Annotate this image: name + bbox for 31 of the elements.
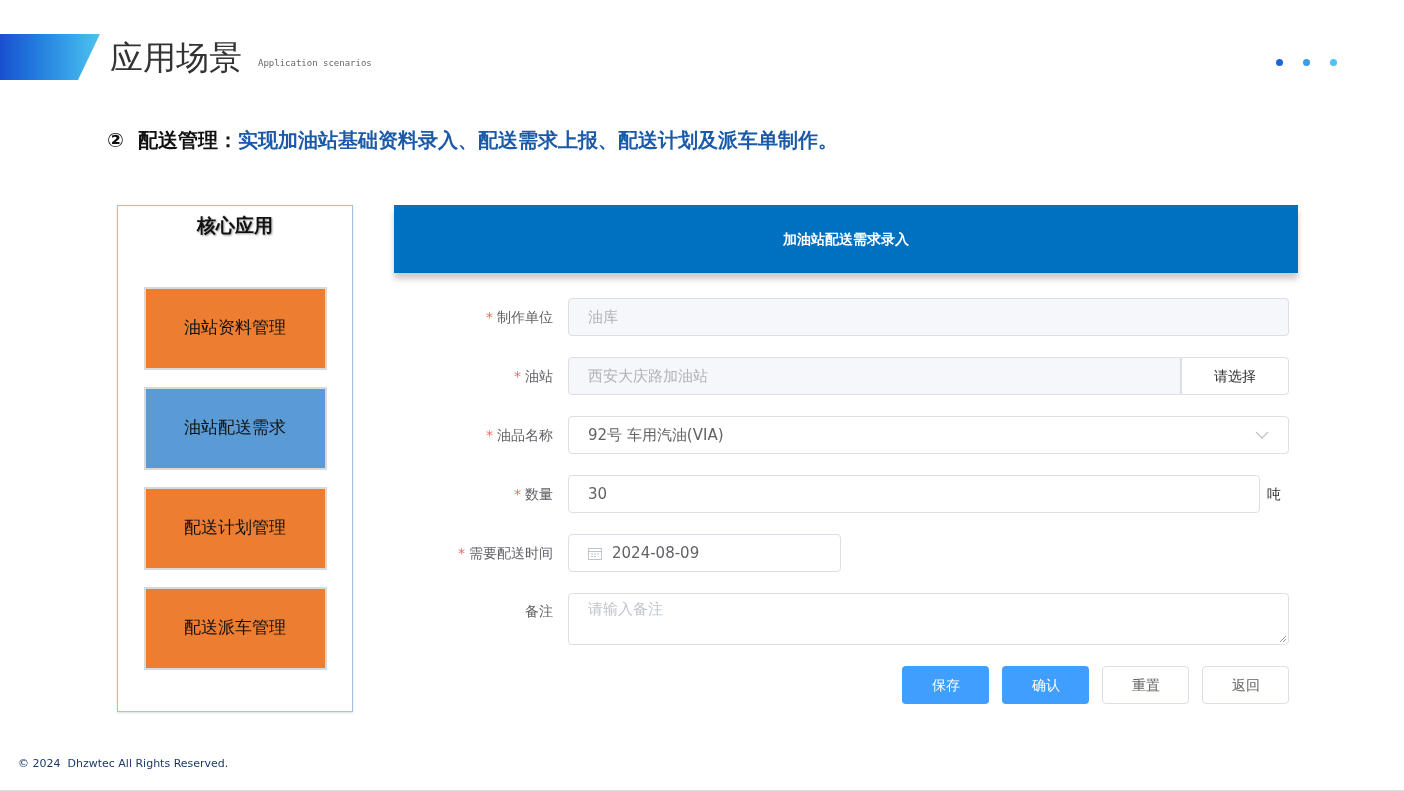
field-label: 备注 bbox=[525, 602, 553, 621]
step-number: ② bbox=[107, 127, 124, 154]
module-tile[interactable]: 配送派车管理 bbox=[143, 586, 327, 670]
date-field[interactable]: 2024-08-09 bbox=[568, 534, 841, 572]
required-asterisk: * bbox=[514, 484, 521, 504]
field-label: 制作单位 bbox=[497, 307, 553, 327]
copyright-text: © 2024 Dhzwtec All Rights Reserved. bbox=[18, 756, 229, 772]
panel-title: 核心应用 bbox=[197, 213, 273, 238]
chevron-down-icon bbox=[1255, 431, 1269, 439]
field-label: 数量 bbox=[525, 484, 553, 504]
form-button[interactable]: 返回 bbox=[1202, 666, 1289, 704]
required-asterisk: * bbox=[458, 543, 465, 563]
unit-label: 吨 bbox=[1266, 484, 1282, 504]
module-tile[interactable]: 油站配送需求 bbox=[143, 386, 327, 470]
field-label: 油站 bbox=[525, 366, 553, 386]
input-field[interactable]: 30 bbox=[568, 475, 1260, 513]
module-tile[interactable]: 油站资料管理 bbox=[143, 286, 327, 370]
required-asterisk: * bbox=[486, 425, 493, 445]
resize-handle-icon bbox=[1279, 635, 1287, 643]
select-field[interactable]: 92号 车用汽油(VIA) bbox=[568, 416, 1289, 454]
field-label: 需要配送时间 bbox=[469, 543, 553, 563]
page-title: 应用场景 bbox=[110, 37, 242, 79]
calendar-icon bbox=[588, 546, 602, 560]
form-header: 加油站配送需求录入 bbox=[394, 205, 1298, 273]
field-label: 油品名称 bbox=[497, 425, 553, 445]
form-button[interactable]: 重置 bbox=[1102, 666, 1189, 704]
headline: 配送管理：实现加油站基础资料录入、配送需求上报、配送计划及派车单制作。 bbox=[137, 127, 838, 154]
required-asterisk: * bbox=[486, 307, 493, 327]
required-asterisk: * bbox=[514, 366, 521, 386]
page-subtitle: Application scenarios bbox=[258, 56, 372, 70]
module-tile[interactable]: 配送计划管理 bbox=[143, 486, 327, 570]
